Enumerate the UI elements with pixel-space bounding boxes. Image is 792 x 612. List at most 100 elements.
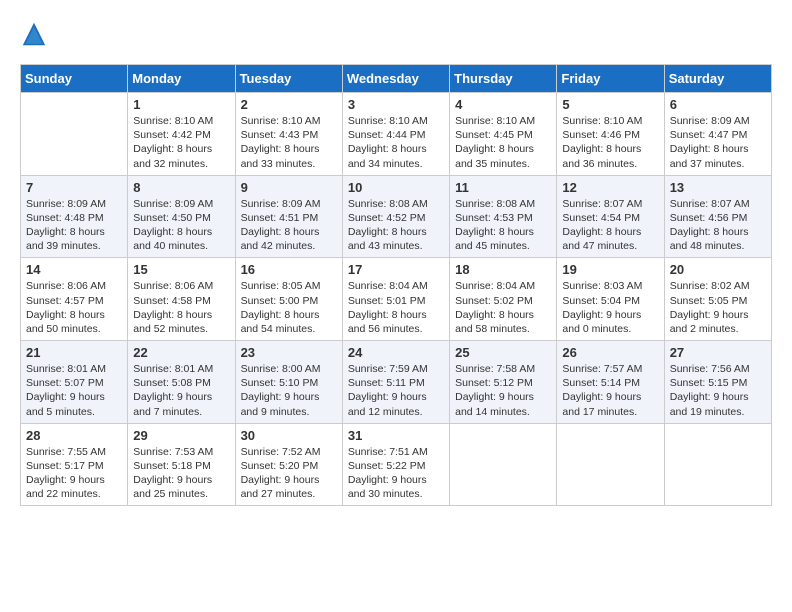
calendar-cell xyxy=(21,93,128,176)
calendar-cell xyxy=(450,423,557,506)
day-number: 14 xyxy=(26,262,122,277)
day-number: 29 xyxy=(133,428,229,443)
calendar-cell: 16 Sunrise: 8:05 AM Sunset: 5:00 PM Dayli… xyxy=(235,258,342,341)
day-number: 1 xyxy=(133,97,229,112)
calendar-cell: 26 Sunrise: 7:57 AM Sunset: 5:14 PM Dayli… xyxy=(557,341,664,424)
weekday-header-friday: Friday xyxy=(557,65,664,93)
calendar-cell: 30Sunrise: 7:52 AM Sunset: 5:20 PM Dayli… xyxy=(235,423,342,506)
page-wrapper: SundayMondayTuesdayWednesdayThursdayFrid… xyxy=(20,20,772,506)
day-info: Sunrise: 7:56 AM Sunset: 5:15 PM Dayligh… xyxy=(670,362,766,419)
day-number: 16 xyxy=(241,262,337,277)
day-info: Sunrise: 8:10 AM Sunset: 4:42 PM Dayligh… xyxy=(133,114,229,171)
logo-icon xyxy=(20,20,48,48)
day-number: 28 xyxy=(26,428,122,443)
day-number: 20 xyxy=(670,262,766,277)
day-number: 25 xyxy=(455,345,551,360)
day-info: Sunrise: 7:53 AM Sunset: 5:18 PM Dayligh… xyxy=(133,445,229,502)
day-info: Sunrise: 7:59 AM Sunset: 5:11 PM Dayligh… xyxy=(348,362,444,419)
day-info: Sunrise: 8:00 AM Sunset: 5:10 PM Dayligh… xyxy=(241,362,337,419)
week-row-5: 28 Sunrise: 7:55 AM Sunset: 5:17 PM Dayli… xyxy=(21,423,772,506)
calendar-cell: 13Sunrise: 8:07 AM Sunset: 4:56 PM Dayli… xyxy=(664,175,771,258)
day-info: Sunrise: 8:07 AM Sunset: 4:56 PM Dayligh… xyxy=(670,197,766,254)
calendar-cell: 7 Sunrise: 8:09 AM Sunset: 4:48 PM Daylig… xyxy=(21,175,128,258)
day-info: Sunrise: 8:09 AM Sunset: 4:48 PM Dayligh… xyxy=(26,197,122,254)
day-info: Sunrise: 8:04 AM Sunset: 5:02 PM Dayligh… xyxy=(455,279,551,336)
logo xyxy=(20,20,52,48)
calendar-cell: 11 Sunrise: 8:08 AM Sunset: 4:53 PM Dayli… xyxy=(450,175,557,258)
weekday-header-tuesday: Tuesday xyxy=(235,65,342,93)
day-number: 24 xyxy=(348,345,444,360)
day-info: Sunrise: 8:06 AM Sunset: 4:57 PM Dayligh… xyxy=(26,279,122,336)
weekday-header-sunday: Sunday xyxy=(21,65,128,93)
day-info: Sunrise: 8:06 AM Sunset: 4:58 PM Dayligh… xyxy=(133,279,229,336)
header xyxy=(20,20,772,48)
day-info: Sunrise: 8:09 AM Sunset: 4:50 PM Dayligh… xyxy=(133,197,229,254)
day-number: 6 xyxy=(670,97,766,112)
day-number: 7 xyxy=(26,180,122,195)
calendar-cell: 5 Sunrise: 8:10 AM Sunset: 4:46 PM Daylig… xyxy=(557,93,664,176)
day-info: Sunrise: 8:09 AM Sunset: 4:47 PM Dayligh… xyxy=(670,114,766,171)
day-info: Sunrise: 7:57 AM Sunset: 5:14 PM Dayligh… xyxy=(562,362,658,419)
day-info: Sunrise: 7:55 AM Sunset: 5:17 PM Dayligh… xyxy=(26,445,122,502)
calendar-cell: 22Sunrise: 8:01 AM Sunset: 5:08 PM Dayli… xyxy=(128,341,235,424)
calendar-cell: 8Sunrise: 8:09 AM Sunset: 4:50 PM Daylig… xyxy=(128,175,235,258)
day-number: 21 xyxy=(26,345,122,360)
day-number: 9 xyxy=(241,180,337,195)
day-number: 2 xyxy=(241,97,337,112)
weekday-header-wednesday: Wednesday xyxy=(342,65,449,93)
day-number: 18 xyxy=(455,262,551,277)
day-info: Sunrise: 8:07 AM Sunset: 4:54 PM Dayligh… xyxy=(562,197,658,254)
calendar-cell: 18 Sunrise: 8:04 AM Sunset: 5:02 PM Dayli… xyxy=(450,258,557,341)
calendar-cell: 20 Sunrise: 8:02 AM Sunset: 5:05 PM Dayli… xyxy=(664,258,771,341)
day-info: Sunrise: 8:09 AM Sunset: 4:51 PM Dayligh… xyxy=(241,197,337,254)
calendar-cell: 19 Sunrise: 8:03 AM Sunset: 5:04 PM Dayli… xyxy=(557,258,664,341)
calendar-cell: 4 Sunrise: 8:10 AM Sunset: 4:45 PM Daylig… xyxy=(450,93,557,176)
weekday-header-saturday: Saturday xyxy=(664,65,771,93)
week-row-1: 1 Sunrise: 8:10 AM Sunset: 4:42 PM Daylig… xyxy=(21,93,772,176)
calendar-cell: 23Sunrise: 8:00 AM Sunset: 5:10 PM Dayli… xyxy=(235,341,342,424)
day-info: Sunrise: 8:10 AM Sunset: 4:43 PM Dayligh… xyxy=(241,114,337,171)
day-info: Sunrise: 8:01 AM Sunset: 5:07 PM Dayligh… xyxy=(26,362,122,419)
day-info: Sunrise: 8:04 AM Sunset: 5:01 PM Dayligh… xyxy=(348,279,444,336)
day-info: Sunrise: 8:10 AM Sunset: 4:44 PM Dayligh… xyxy=(348,114,444,171)
week-row-4: 21 Sunrise: 8:01 AM Sunset: 5:07 PM Dayli… xyxy=(21,341,772,424)
day-info: Sunrise: 8:02 AM Sunset: 5:05 PM Dayligh… xyxy=(670,279,766,336)
calendar-cell xyxy=(557,423,664,506)
calendar-cell: 31Sunrise: 7:51 AM Sunset: 5:22 PM Dayli… xyxy=(342,423,449,506)
calendar-cell: 1 Sunrise: 8:10 AM Sunset: 4:42 PM Daylig… xyxy=(128,93,235,176)
calendar-cell: 15 Sunrise: 8:06 AM Sunset: 4:58 PM Dayli… xyxy=(128,258,235,341)
day-number: 26 xyxy=(562,345,658,360)
day-info: Sunrise: 8:08 AM Sunset: 4:53 PM Dayligh… xyxy=(455,197,551,254)
calendar-cell: 3Sunrise: 8:10 AM Sunset: 4:44 PM Daylig… xyxy=(342,93,449,176)
day-info: Sunrise: 8:10 AM Sunset: 4:45 PM Dayligh… xyxy=(455,114,551,171)
day-info: Sunrise: 7:58 AM Sunset: 5:12 PM Dayligh… xyxy=(455,362,551,419)
day-number: 17 xyxy=(348,262,444,277)
day-info: Sunrise: 8:10 AM Sunset: 4:46 PM Dayligh… xyxy=(562,114,658,171)
calendar-table: SundayMondayTuesdayWednesdayThursdayFrid… xyxy=(20,64,772,506)
day-number: 19 xyxy=(562,262,658,277)
calendar-cell: 27 Sunrise: 7:56 AM Sunset: 5:15 PM Dayli… xyxy=(664,341,771,424)
day-number: 15 xyxy=(133,262,229,277)
day-number: 4 xyxy=(455,97,551,112)
day-number: 22 xyxy=(133,345,229,360)
week-row-2: 7 Sunrise: 8:09 AM Sunset: 4:48 PM Daylig… xyxy=(21,175,772,258)
day-info: Sunrise: 8:08 AM Sunset: 4:52 PM Dayligh… xyxy=(348,197,444,254)
day-info: Sunrise: 8:03 AM Sunset: 5:04 PM Dayligh… xyxy=(562,279,658,336)
day-info: Sunrise: 7:52 AM Sunset: 5:20 PM Dayligh… xyxy=(241,445,337,502)
week-row-3: 14 Sunrise: 8:06 AM Sunset: 4:57 PM Dayli… xyxy=(21,258,772,341)
day-number: 11 xyxy=(455,180,551,195)
day-number: 27 xyxy=(670,345,766,360)
calendar-cell: 28 Sunrise: 7:55 AM Sunset: 5:17 PM Dayli… xyxy=(21,423,128,506)
calendar-cell: 14 Sunrise: 8:06 AM Sunset: 4:57 PM Dayli… xyxy=(21,258,128,341)
weekday-header-monday: Monday xyxy=(128,65,235,93)
calendar-cell: 29 Sunrise: 7:53 AM Sunset: 5:18 PM Dayli… xyxy=(128,423,235,506)
day-number: 5 xyxy=(562,97,658,112)
calendar-cell: 24 Sunrise: 7:59 AM Sunset: 5:11 PM Dayli… xyxy=(342,341,449,424)
calendar-cell xyxy=(664,423,771,506)
day-number: 31 xyxy=(348,428,444,443)
calendar-cell: 12Sunrise: 8:07 AM Sunset: 4:54 PM Dayli… xyxy=(557,175,664,258)
day-number: 10 xyxy=(348,180,444,195)
day-info: Sunrise: 8:05 AM Sunset: 5:00 PM Dayligh… xyxy=(241,279,337,336)
calendar-cell: 10 Sunrise: 8:08 AM Sunset: 4:52 PM Dayli… xyxy=(342,175,449,258)
calendar-cell: 2 Sunrise: 8:10 AM Sunset: 4:43 PM Daylig… xyxy=(235,93,342,176)
